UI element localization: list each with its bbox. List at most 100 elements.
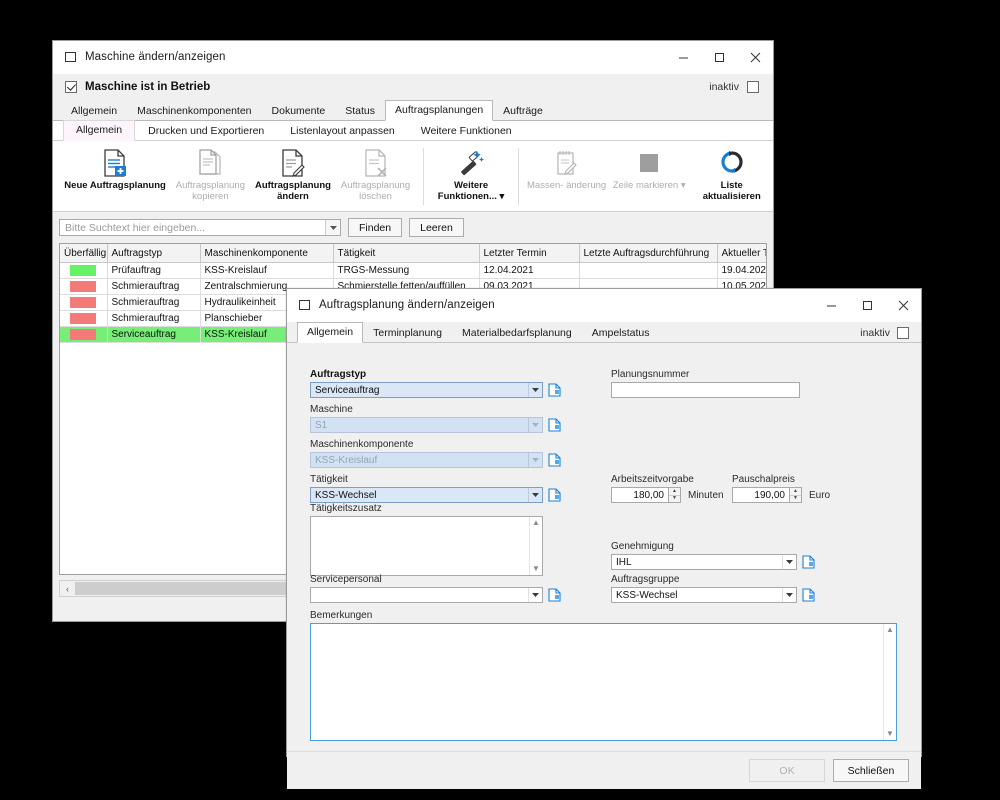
tab-auftragsplanungen[interactable]: Auftragsplanungen	[385, 100, 494, 121]
dialogtab-terminplanung[interactable]: Terminplanung	[363, 323, 452, 343]
col-letzter-termin[interactable]: Letzter Termin	[479, 244, 580, 263]
pauschalpreis-unit: Euro	[809, 489, 831, 501]
scroll-left-icon[interactable]: ‹	[60, 582, 75, 595]
chevron-down-icon[interactable]	[782, 555, 796, 569]
maschine-value: S1	[315, 419, 328, 431]
row-flag-cell	[60, 294, 108, 311]
ribbon-separator-2	[518, 148, 520, 205]
chevron-down-icon[interactable]	[528, 488, 542, 502]
planungsnummer-input[interactable]	[611, 382, 800, 398]
arbeitszeitvorgabe-stepper[interactable]: ▲ ▼	[669, 487, 681, 503]
scroll-up-icon[interactable]: ▲	[532, 519, 540, 527]
chevron-down-icon[interactable]	[528, 588, 542, 602]
dialog-maximize-icon[interactable]	[849, 289, 885, 321]
scroll-down-icon[interactable]: ▼	[532, 565, 540, 573]
close-button[interactable]: Schließen	[833, 759, 909, 782]
ribbon-auftragsplanung-loeschen-button[interactable]: Auftragsplanung löschen	[334, 145, 417, 208]
genehmigung-value: IHL	[616, 556, 632, 568]
machine-window-title: Maschine ändern/anzeigen	[85, 51, 226, 63]
highlight-row-icon	[636, 148, 662, 178]
servicepersonal-combo[interactable]	[310, 587, 543, 603]
label-maschine: Maschine	[310, 404, 353, 415]
tab-maschinenkomponenten[interactable]: Maschinenkomponenten	[127, 101, 261, 121]
col-auftragstyp[interactable]: Auftragstyp	[107, 244, 201, 263]
cell-auftragstyp: Schmierauftrag	[107, 278, 201, 295]
ribbontab-listenlayout[interactable]: Listenlayout anpassen	[277, 121, 408, 141]
label-servicepersonal: Servicepersonal	[310, 574, 382, 585]
auftragsgruppe-lookup-icon[interactable]	[802, 588, 815, 602]
scroll-down-icon[interactable]: ▼	[886, 730, 894, 738]
refresh-icon	[719, 148, 745, 178]
clear-button[interactable]: Leeren	[409, 218, 464, 237]
ribbon-auftragsplanung-kopieren-button[interactable]: Auftragsplanung kopieren	[169, 145, 252, 208]
scroll-up-icon[interactable]: ▲	[886, 626, 894, 634]
pauschalpreis-stepper[interactable]: ▲ ▼	[790, 487, 802, 503]
stepper-down-icon[interactable]: ▼	[790, 496, 801, 503]
machine-inaktiv-checkbox[interactable]	[747, 81, 759, 93]
taetigkeitszusatz-textarea[interactable]: ▲ ▼	[310, 516, 543, 576]
taetigkeit-lookup-icon[interactable]	[548, 488, 561, 502]
ok-button[interactable]: OK	[749, 759, 825, 782]
col-letzte-durchfuehrung[interactable]: Letzte Auftragsdurchführung	[579, 244, 718, 263]
field-maschine: Maschine S1	[310, 404, 570, 433]
col-ueberfaellig[interactable]: Überfällig	[60, 244, 108, 263]
machine-status-bar: Maschine ist in Betrieb inaktiv	[53, 74, 773, 100]
stepper-down-icon[interactable]: ▼	[669, 496, 680, 503]
chevron-down-icon[interactable]	[782, 588, 796, 602]
mass-edit-icon	[554, 148, 580, 178]
arbeitszeitvorgabe-input[interactable]: 180,00	[611, 487, 669, 503]
search-input[interactable]: Bitte Suchtext hier eingeben...	[59, 219, 341, 236]
dialog-minimize-icon[interactable]	[813, 289, 849, 321]
tab-dokumente[interactable]: Dokumente	[262, 101, 336, 121]
dialog-inaktiv-checkbox[interactable]	[897, 327, 909, 339]
machine-inaktiv-group: inaktiv	[709, 81, 773, 93]
ribbontab-allgemein[interactable]: Allgemein	[63, 120, 136, 141]
row-flag-cell	[60, 326, 108, 343]
field-maschinenkomponente: Maschinenkomponente KSS-Kreislauf	[310, 439, 570, 468]
taetigkeit-combo[interactable]: KSS-Wechsel	[310, 487, 543, 503]
col-taetigkeit[interactable]: Tätigkeit	[333, 244, 480, 263]
ribbon-massenaenderung-button[interactable]: Massen- änderung	[525, 145, 608, 208]
genehmigung-lookup-icon[interactable]	[802, 555, 815, 569]
ribbontab-weitere-funktionen[interactable]: Weitere Funktionen	[408, 121, 525, 141]
field-genehmigung: Genehmigung IHL	[611, 541, 871, 570]
tab-auftraege[interactable]: Aufträge	[493, 101, 553, 121]
servicepersonal-lookup-icon[interactable]	[548, 588, 561, 602]
auftragsgruppe-combo[interactable]: KSS-Wechsel	[611, 587, 797, 603]
search-dropdown-icon[interactable]	[325, 220, 340, 235]
auftragstyp-combo[interactable]: Serviceauftrag	[310, 382, 543, 398]
col-maschinenkomponente[interactable]: Maschinenkomponente	[200, 244, 334, 263]
maschinenkomponente-combo: KSS-Kreislauf	[310, 452, 543, 468]
chevron-down-icon[interactable]	[528, 383, 542, 397]
maschine-combo: S1	[310, 417, 543, 433]
maximize-icon[interactable]	[701, 41, 737, 73]
tab-allgemein[interactable]: Allgemein	[61, 101, 127, 121]
genehmigung-combo[interactable]: IHL	[611, 554, 797, 570]
ribbon-liste-aktualisieren-button[interactable]: Liste aktualisieren	[690, 145, 773, 208]
maschine-lookup-icon[interactable]	[548, 418, 561, 432]
bemerkungen-textarea[interactable]: ▲ ▼	[310, 623, 897, 741]
ribbontab-drucken-exportieren[interactable]: Drucken und Exportieren	[135, 121, 277, 141]
dialogtab-allgemein[interactable]: Allgemein	[297, 322, 364, 343]
pauschalpreis-input[interactable]: 190,00	[732, 487, 790, 503]
col-aktueller-termin[interactable]: Aktueller Termin	[717, 244, 766, 263]
in-betrieb-checkbox[interactable]	[65, 81, 77, 93]
taetigkeitszusatz-scrollbar[interactable]: ▲ ▼	[529, 517, 542, 575]
bemerkungen-scrollbar[interactable]: ▲ ▼	[883, 624, 896, 740]
dialogtab-ampelstatus[interactable]: Ampelstatus	[582, 323, 660, 343]
dialogtab-materialbedarfsplanung[interactable]: Materialbedarfsplanung	[452, 323, 582, 343]
dialog-close-icon[interactable]	[885, 289, 921, 321]
find-button[interactable]: Finden	[348, 218, 403, 237]
maschinenkomponente-lookup-icon[interactable]	[548, 453, 561, 467]
minimize-icon[interactable]	[665, 41, 701, 73]
table-row[interactable]: Prüfauftrag KSS-Kreislauf TRGS-Messung 1…	[60, 262, 766, 279]
tab-status[interactable]: Status	[335, 101, 385, 121]
ribbon-neue-auftragsplanung-button[interactable]: Neue Auftragsplanung	[61, 145, 169, 208]
auftragstyp-lookup-icon[interactable]	[548, 383, 561, 397]
close-icon[interactable]	[737, 41, 773, 73]
ribbon-auftragsplanung-aendern-button[interactable]: Auftragsplanung ändern	[252, 145, 335, 208]
ribbon-zeile-markieren-button[interactable]: Zeile markieren ▾	[608, 145, 691, 208]
ribbon-tabstrip: Allgemein Drucken und Exportieren Listen…	[53, 120, 773, 141]
label-auftragsgruppe: Auftragsgruppe	[611, 574, 680, 585]
ribbon-weitere-funktionen-button[interactable]: Weitere Funktionen... ▾	[430, 145, 513, 208]
